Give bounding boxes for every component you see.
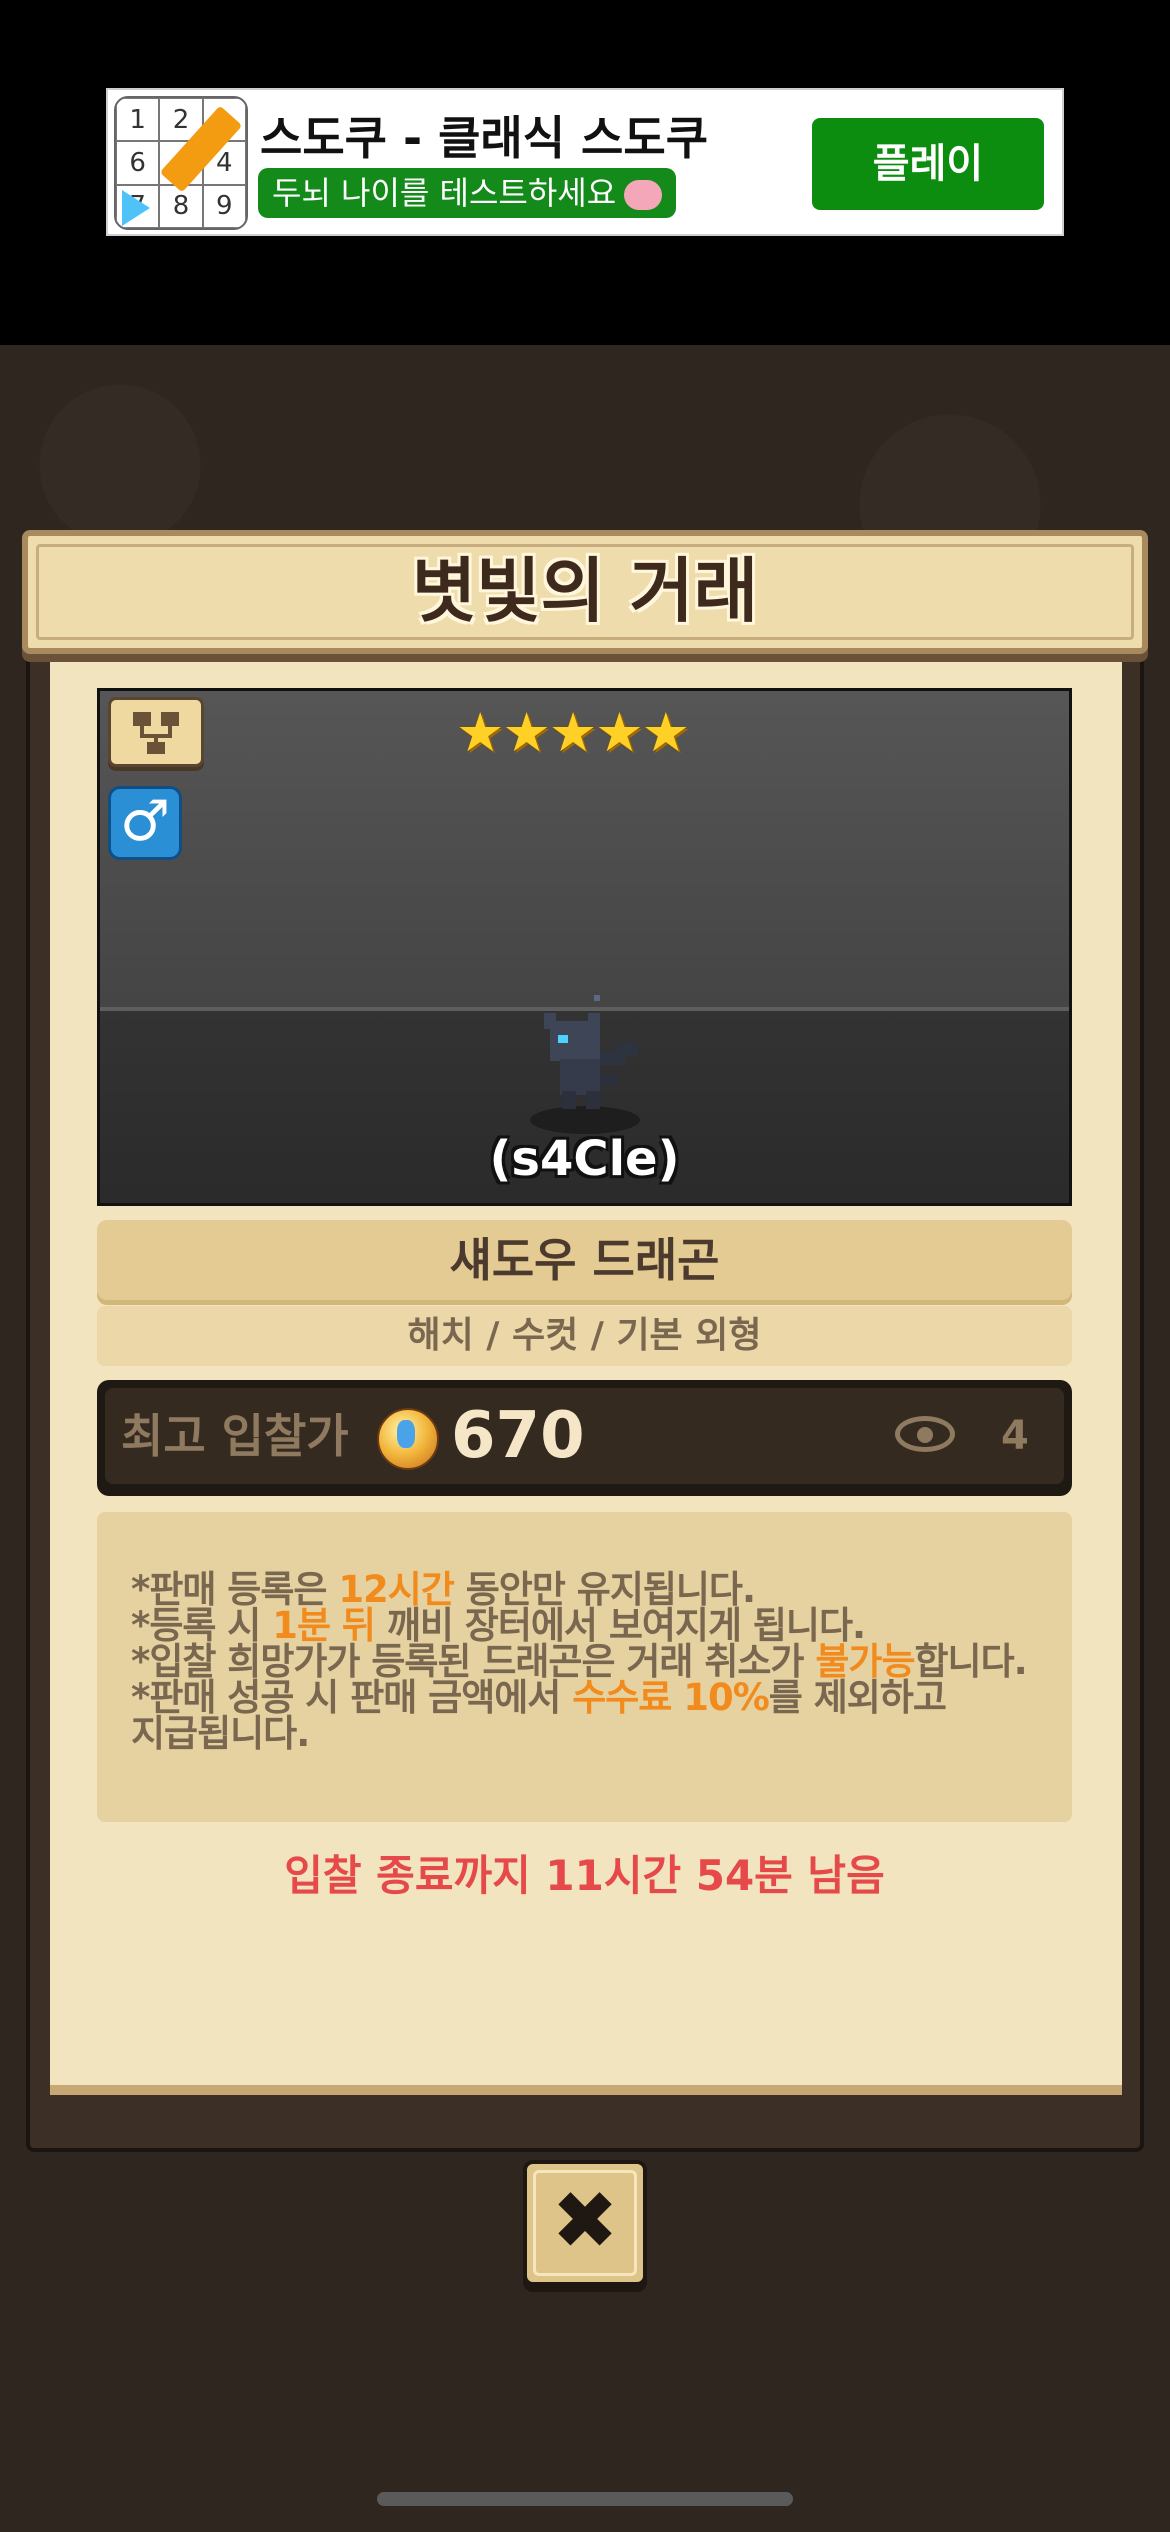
sudoku-app-icon: 1 2 6 4 7 8 9 (114, 96, 248, 230)
play-store-icon (122, 190, 150, 226)
ad-subtitle-text: 두뇌 나이를 테스트하세요 (272, 174, 617, 212)
highest-bid-label: 최고 입찰가 (121, 1409, 349, 1463)
close-button[interactable]: ✖ (523, 2160, 647, 2286)
dialog-title-banner: 볏빛의 거래 (22, 530, 1148, 654)
ad-subtitle: 두뇌 나이를 테스트하세요 (258, 168, 677, 218)
ad-play-button[interactable]: 플레이 (812, 118, 1044, 210)
dragon-info: 해치 / 수컷 / 기본 외형 (97, 1306, 1072, 1366)
highest-bid-value: 670 (451, 1399, 585, 1473)
notice-line: *판매 등록은 12시간 동안만 유지됩니다. (131, 1568, 756, 1611)
notice-line: *입찰 희망가가 등록된 드래곤은 거래 취소가 불가능합니다. (131, 1640, 1028, 1683)
sudoku-cell: 1 (116, 98, 160, 142)
view-count: 4 (1001, 1413, 1029, 1459)
brain-icon (624, 180, 663, 210)
dragon-name: 섀도우 드래곤 (97, 1220, 1072, 1300)
home-indicator[interactable] (377, 2492, 793, 2506)
auction-timer: 입찰 종료까지 11시간 54분 남음 (284, 1851, 885, 1900)
notice-box: *판매 등록은 12시간 동안만 유지됩니다. *등록 시 1분 뒤 깨비 장터… (97, 1512, 1072, 1822)
shadow-dragon-sprite (544, 995, 638, 1109)
dragon-code: (s4Cle) (489, 1131, 680, 1187)
close-icon: ✖ (551, 2174, 619, 2267)
notice-line: *등록 시 1분 뒤 깨비 장터에서 보여지게 됩니다. (131, 1604, 866, 1647)
currency-coin-icon (377, 1408, 439, 1470)
sudoku-cell: 6 (116, 141, 160, 185)
sudoku-cell: 9 (202, 184, 246, 228)
ad-title: 스도쿠 - 클래식 스도쿠 (260, 111, 709, 165)
star-rating: ★★★★★ (456, 701, 690, 764)
dialog-title: 볏빛의 거래 (411, 550, 759, 632)
eye-icon (895, 1416, 955, 1452)
notice-line: 지급됩니다. (131, 1712, 310, 1755)
bid-panel: 최고 입찰가 670 4 (97, 1380, 1072, 1496)
dragon-preview: ♂ ★★★★★ (s4Cle) (97, 688, 1072, 1206)
family-tree-button[interactable] (108, 697, 204, 767)
ad-banner[interactable]: 1 2 6 4 7 8 9 스도쿠 - 클래식 스도쿠 두뇌 나이를 테스트하세… (106, 88, 1064, 236)
male-gender-icon: ♂ (108, 786, 182, 860)
notice-line: *판매 성공 시 판매 금액에서 수수료 10%를 제외하고 (131, 1676, 947, 1719)
